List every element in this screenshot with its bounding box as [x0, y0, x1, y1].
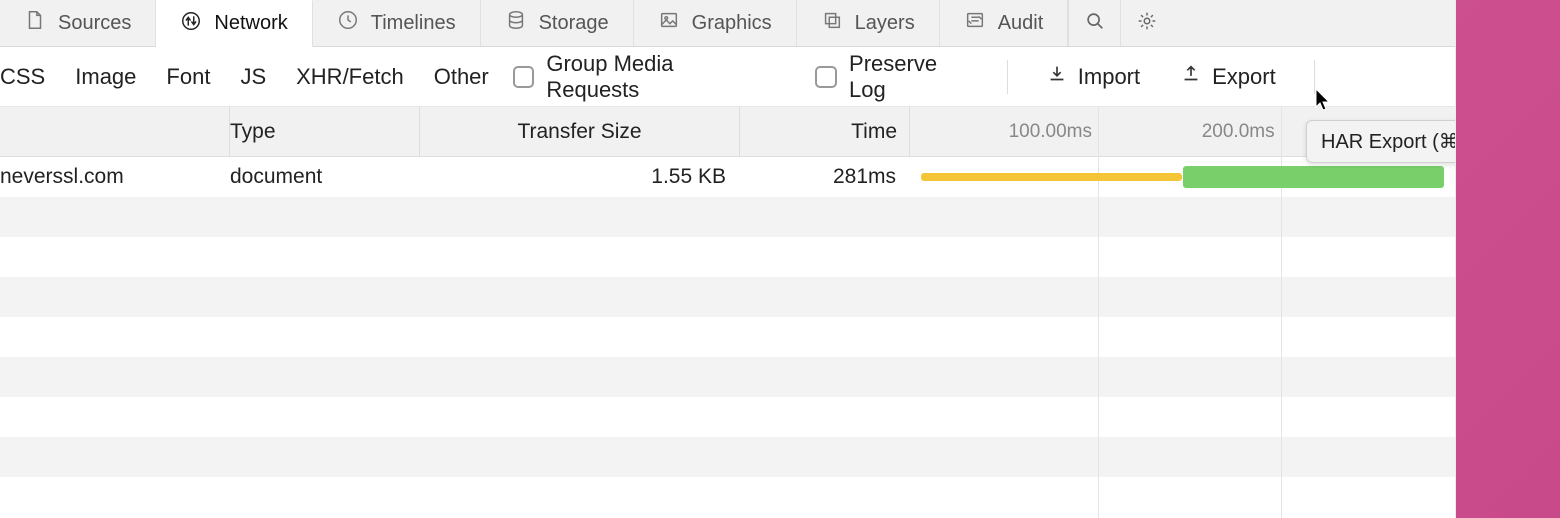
- tab-label: Timelines: [371, 12, 456, 35]
- timing-bar-download: [1183, 166, 1445, 188]
- tab-strip: Sources Network Timelines Storage Graphi…: [0, 0, 1455, 47]
- tab-graphics[interactable]: Graphics: [634, 0, 797, 46]
- empty-row: [0, 197, 1455, 237]
- filter-other[interactable]: Other: [434, 64, 489, 90]
- disable-cache-button[interactable]: [1345, 64, 1384, 90]
- tab-storage[interactable]: Storage: [481, 0, 634, 46]
- tick-label: 200.0ms: [1202, 121, 1281, 143]
- network-icon: [180, 10, 202, 38]
- tab-audit[interactable]: Audit: [940, 0, 1069, 46]
- column-type[interactable]: Type: [230, 107, 420, 156]
- table-header: Type Transfer Size Time 100.00ms 200.0ms: [0, 107, 1455, 157]
- search-button[interactable]: [1068, 0, 1120, 46]
- clock-icon: [337, 9, 359, 37]
- image-icon: [658, 9, 680, 37]
- audit-icon: [964, 9, 986, 37]
- request-row[interactable]: neverssl.com document 1.55 KB 281ms: [0, 157, 1455, 197]
- filter-group: CSS Image Font JS XHR/Fetch Other: [0, 64, 489, 90]
- checkbox-label: Preserve Log: [849, 51, 977, 103]
- tab-label: Storage: [539, 12, 609, 35]
- tab-label: Network: [214, 12, 287, 35]
- column-name[interactable]: [0, 107, 230, 156]
- import-icon: [1046, 63, 1068, 91]
- preserve-log-checkbox[interactable]: Preserve Log: [815, 51, 976, 103]
- tab-layers[interactable]: Layers: [797, 0, 940, 46]
- empty-row: [0, 397, 1455, 437]
- empty-row: [0, 437, 1455, 477]
- separator: [1314, 60, 1315, 94]
- import-button[interactable]: Import: [1038, 63, 1148, 91]
- layers-icon: [821, 9, 843, 37]
- export-tooltip: HAR Export (⌘S): [1306, 120, 1456, 163]
- file-icon: [24, 9, 46, 37]
- checkbox-icon: [815, 66, 837, 88]
- tab-timelines[interactable]: Timelines: [313, 0, 481, 46]
- cell-timeline: [910, 157, 1455, 197]
- cell-type: document: [230, 157, 420, 197]
- filter-css[interactable]: CSS: [0, 64, 45, 90]
- settings-button[interactable]: [1120, 0, 1172, 46]
- empty-row: [0, 277, 1455, 317]
- checkbox-label: Group Media Requests: [546, 51, 767, 103]
- column-time[interactable]: Time: [740, 107, 910, 156]
- cell-name: neverssl.com: [0, 157, 230, 197]
- tab-network[interactable]: Network: [156, 0, 312, 47]
- checkbox-icon: [513, 66, 535, 88]
- empty-row: [0, 237, 1455, 277]
- button-label: Export: [1212, 64, 1276, 90]
- request-rows: neverssl.com document 1.55 KB 281ms: [0, 157, 1455, 518]
- filter-js[interactable]: JS: [240, 64, 266, 90]
- tab-label: Graphics: [692, 12, 772, 35]
- separator: [1007, 60, 1008, 94]
- search-icon: [1084, 10, 1106, 37]
- export-icon: [1180, 63, 1202, 91]
- tab-label: Audit: [998, 12, 1044, 35]
- tick-label: 100.00ms: [1009, 121, 1098, 143]
- cell-size: 1.55 KB: [420, 157, 740, 197]
- empty-row: [0, 317, 1455, 357]
- button-label: Import: [1078, 64, 1140, 90]
- filter-font[interactable]: Font: [166, 64, 210, 90]
- timing-bar-waiting: [921, 173, 1183, 181]
- empty-row: [0, 477, 1455, 517]
- inspector-window: Sources Network Timelines Storage Graphi…: [0, 0, 1456, 518]
- tab-sources[interactable]: Sources: [0, 0, 156, 46]
- timeline-tick: 100.00ms: [1098, 107, 1187, 156]
- column-transfer-size[interactable]: Transfer Size: [420, 107, 740, 156]
- tab-label: Layers: [855, 12, 915, 35]
- clear-button[interactable]: [1408, 64, 1447, 90]
- group-media-checkbox[interactable]: Group Media Requests: [513, 51, 768, 103]
- filter-image[interactable]: Image: [75, 64, 136, 90]
- tab-label: Sources: [58, 12, 131, 35]
- database-icon: [505, 9, 527, 37]
- cell-time: 281ms: [740, 157, 910, 197]
- network-toolbar: CSS Image Font JS XHR/Fetch Other Group …: [0, 47, 1455, 107]
- empty-row: [0, 357, 1455, 397]
- gear-icon: [1136, 10, 1158, 37]
- export-button[interactable]: Export: [1172, 63, 1284, 91]
- filter-xhr-fetch[interactable]: XHR/Fetch: [296, 64, 404, 90]
